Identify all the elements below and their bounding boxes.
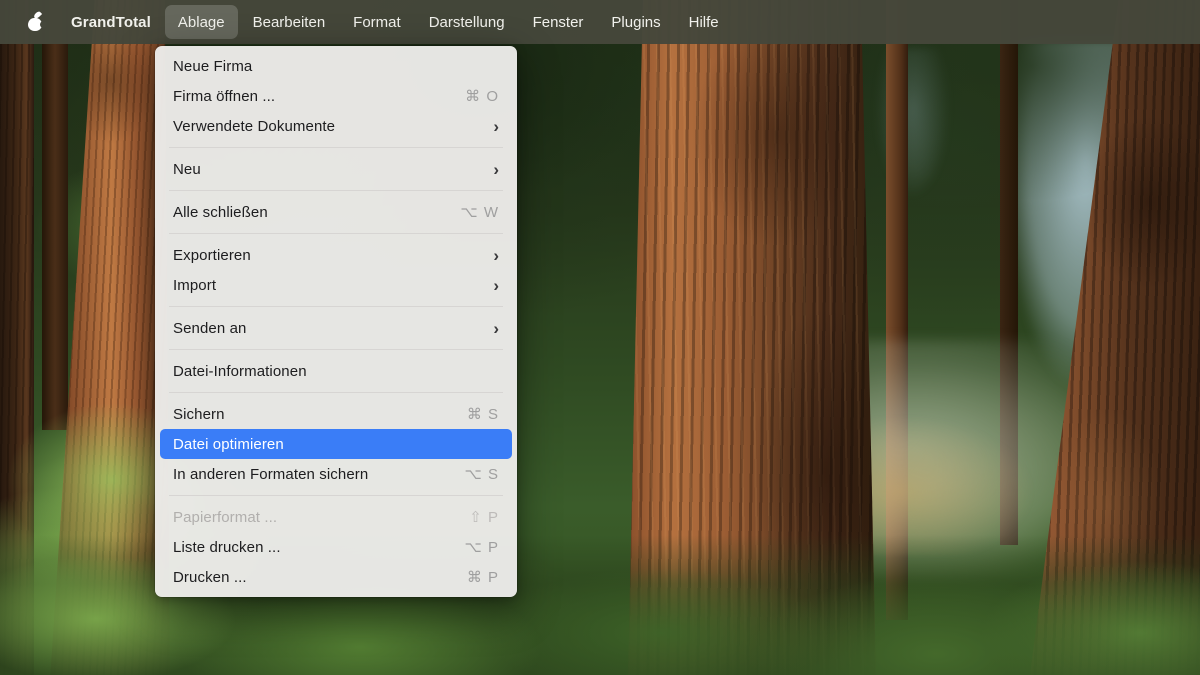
shortcut-label: ⌘ P [467, 568, 499, 586]
menu-separator [169, 349, 503, 350]
menu-item-sichern[interactable]: Sichern ⌘ S [160, 399, 512, 429]
submenu-chevron-icon: › [493, 161, 499, 178]
menu-separator [169, 190, 503, 191]
submenu-chevron-icon: › [493, 118, 499, 135]
menu-item-import[interactable]: Import › [160, 270, 512, 300]
menu-item-label: Exportieren [173, 247, 493, 264]
menu-item-in-anderen-formaten-sichern[interactable]: In anderen Formaten sichern ⌥ S [160, 459, 512, 489]
menubar-item-darstellung[interactable]: Darstellung [416, 5, 518, 39]
apple-menu[interactable] [27, 12, 44, 32]
shortcut-label: ⌘ S [467, 405, 499, 423]
menu-separator [169, 392, 503, 393]
menubar-item-fenster[interactable]: Fenster [520, 5, 597, 39]
menu-item-label: Neue Firma [173, 58, 499, 75]
menubar-item-ablage[interactable]: Ablage [165, 5, 238, 39]
shortcut-label: ⌥ W [460, 203, 499, 221]
menubar-items: AblageBearbeitenFormatDarstellungFenster… [164, 0, 733, 44]
shortcut-label: ⌥ S [465, 465, 499, 483]
shortcut-label: ⌘ O [465, 87, 499, 105]
menu-separator [169, 233, 503, 234]
menu-item-label: Sichern [173, 406, 467, 423]
menu-item-label: In anderen Formaten sichern [173, 466, 465, 483]
menu-item-label: Neu [173, 161, 493, 178]
menu-item-label: Drucken ... [173, 569, 467, 586]
menu-separator [169, 306, 503, 307]
submenu-chevron-icon: › [493, 320, 499, 337]
shortcut-label: ⌥ P [465, 538, 499, 556]
menubar-item-plugins[interactable]: Plugins [598, 5, 673, 39]
menu-item-neu[interactable]: Neu › [160, 154, 512, 184]
menu-item-label: Verwendete Dokumente [173, 118, 493, 135]
menu-item-verwendete-dokumente[interactable]: Verwendete Dokumente › [160, 111, 512, 141]
menu-separator [169, 147, 503, 148]
menu-item-datei-optimieren[interactable]: Datei optimieren [160, 429, 512, 459]
menubar-item-hilfe[interactable]: Hilfe [676, 5, 732, 39]
menu-item-label: Papierformat ... [173, 509, 469, 526]
app-menu-title[interactable]: GrandTotal [71, 14, 151, 31]
submenu-chevron-icon: › [493, 247, 499, 264]
menu-item-datei-informationen[interactable]: Datei-Informationen [160, 356, 512, 386]
menu-item-papierformat: Papierformat ... ⇧ P [160, 502, 512, 532]
screen: GrandTotal AblageBearbeitenFormatDarstel… [0, 0, 1200, 675]
menu-item-drucken[interactable]: Drucken ... ⌘ P [160, 562, 512, 592]
menu-item-label: Datei optimieren [173, 436, 499, 453]
menu-item-alle-schliessen[interactable]: Alle schließen ⌥ W [160, 197, 512, 227]
menu-item-neue-firma[interactable]: Neue Firma [160, 51, 512, 81]
menu-item-label: Import [173, 277, 493, 294]
menu-item-senden-an[interactable]: Senden an › [160, 313, 512, 343]
menu-item-exportieren[interactable]: Exportieren › [160, 240, 512, 270]
menu-separator [169, 495, 503, 496]
menu-item-firma-offnen[interactable]: Firma öffnen ... ⌘ O [160, 81, 512, 111]
menu-item-label: Firma öffnen ... [173, 88, 465, 105]
menu-item-label: Liste drucken ... [173, 539, 465, 556]
menu-item-label: Alle schließen [173, 204, 460, 221]
shortcut-label: ⇧ P [469, 508, 499, 526]
menubar-item-format[interactable]: Format [340, 5, 414, 39]
ablage-dropdown-menu: Neue Firma Firma öffnen ... ⌘ O Verwende… [155, 46, 517, 597]
menu-item-liste-drucken[interactable]: Liste drucken ... ⌥ P [160, 532, 512, 562]
submenu-chevron-icon: › [493, 277, 499, 294]
menu-bar: GrandTotal AblageBearbeitenFormatDarstel… [0, 0, 1200, 44]
menu-item-label: Datei-Informationen [173, 363, 499, 380]
menu-item-label: Senden an [173, 320, 493, 337]
menubar-item-bearbeiten[interactable]: Bearbeiten [240, 5, 339, 39]
tree-trunk [42, 0, 68, 430]
